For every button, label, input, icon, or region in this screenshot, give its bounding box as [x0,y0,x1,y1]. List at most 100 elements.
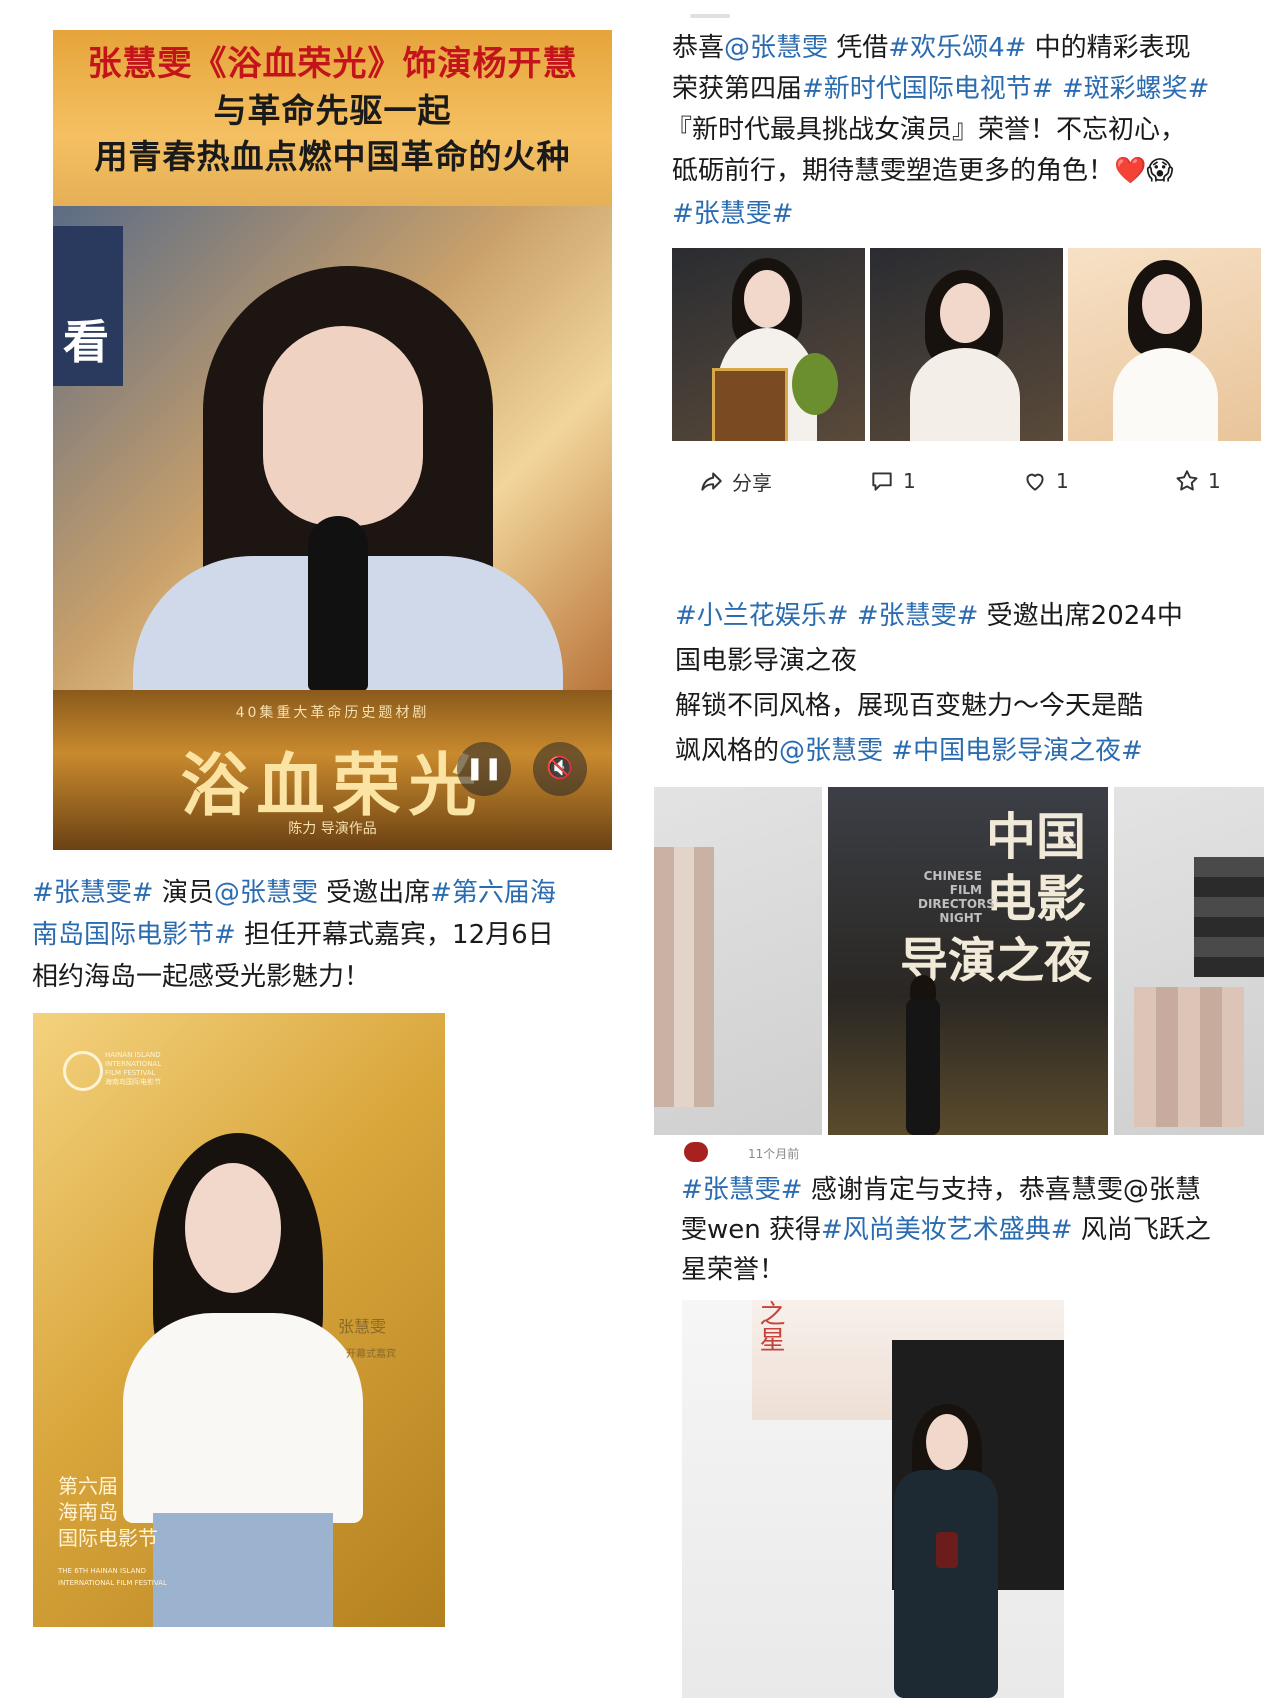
backdrop-text: 之星 [755,1300,785,1352]
post1-photo-3[interactable] [1068,248,1261,441]
photo-person-dress [894,1470,998,1698]
festival-en-line: THE 6TH HAINAN ISLAND [58,1567,146,1575]
post1-photo-1[interactable] [672,248,865,441]
person-face [263,326,423,526]
post2-text: 受邀出席 [317,878,431,908]
video-title-banner: 张慧雯《浴血荣光》饰演杨开慧 与革命先驱一起 用青春热血点燃中国革命的火种 [53,30,612,206]
poster-person-shirt [123,1313,363,1523]
hashtag-link[interactable]: #风尚美妆艺术盛典# [821,1215,1073,1245]
heart-icon [1026,473,1044,491]
post3-photo-right-blurred[interactable] [1114,787,1264,1135]
post4-text: 雯wen 获得 [681,1215,822,1245]
night-en-line: FILM [949,883,982,897]
post4-line3: 星荣誉！ [681,1255,786,1285]
video-title-line3: 用青春热血点燃中国革命的火种 [94,137,571,176]
share-label: 分享 [732,470,772,495]
night-en-line: NIGHT [939,911,982,925]
night-title-en: CHINESE FILM DIRECTORS' NIGHT [918,869,999,925]
hashtag-link[interactable]: #张慧雯# [672,194,794,235]
festival-poster[interactable]: HAINAN ISLAND INTERNATIONAL FILM FESTIVA… [33,1013,445,1627]
pixelated-area [1194,857,1264,977]
post3-line4: 飒风格的@张慧雯 #中国电影导演之夜# [675,731,1143,772]
post1-line3: 『新时代最具挑战女演员』荣誉！不忘初心， [666,115,1187,145]
night-en-line: DIRECTORS' [918,897,999,911]
comment-icon [872,472,892,491]
post4-line1: #张慧雯# 感谢肯定与支持，恭喜慧雯@张慧 [681,1170,1201,1211]
comment-button[interactable]: 1 [869,463,916,499]
photo-person-face [940,283,990,343]
post3-line2: 国电影导演之夜 [675,646,858,676]
post2-line1: #张慧雯# 演员@张慧雯 受邀出席#第六届海 [32,873,556,914]
hashtag-link[interactable]: #张慧雯# [857,601,979,631]
festival-line: 海南岛 [58,1500,118,1524]
photo-person-body [910,348,1020,441]
post1-text: 恭喜 [672,33,725,63]
post4-text: 风尚飞跃之 [1072,1215,1211,1245]
photo-person-body [906,999,940,1135]
post1-text: 砥砺前行，期待慧雯塑造更多的角色！ [672,156,1115,186]
post1-line2: 荣获第四届#新时代国际电视节# #斑彩螺奖# [672,69,1209,110]
post1-photo-2[interactable] [870,248,1063,441]
video-title-line2: 与革命先驱一起 [213,91,452,130]
mute-button[interactable]: 🔇 [533,742,587,796]
night-en-line: CHINESE [923,869,982,883]
hashtag-link[interactable]: #张慧雯# [32,878,154,908]
pause-button[interactable]: ❚❚ [457,742,511,796]
bg-sign-text: 看 [63,315,109,369]
post3-line1: #小兰花娱乐# #张慧雯# 受邀出席2024中 [675,596,1183,637]
star-count: 1 [1208,469,1221,493]
scream-emoji: 😱 [1146,156,1174,186]
post2-text: 担任开幕式嘉宾，12月6日 [235,920,554,950]
pixelated-area [1134,987,1244,1127]
post1-line4: 砥砺前行，期待慧雯塑造更多的角色！❤️😱 [672,151,1174,192]
video-player[interactable]: 张慧雯《浴血荣光》饰演杨开慧 与革命先驱一起 用青春热血点燃中国革命的火种 看 … [53,30,612,850]
post3-text: 飒风格的 [675,736,780,766]
poster-name: 张慧雯 [338,1317,387,1336]
photo-person-body [1113,348,1218,441]
hashtag-link[interactable]: #小兰花娱乐# [675,601,849,631]
post1-text: 荣获第四届 [672,74,803,104]
share-button[interactable]: 分享 [698,463,772,499]
logo-line: HAINAN ISLAND [105,1051,161,1059]
mention-link[interactable]: @张慧雯 [779,736,883,766]
award-trophy [792,353,838,415]
post4-photo[interactable]: 之星 [682,1300,1064,1698]
heart-emoji: ❤️ [1114,156,1147,186]
avatar[interactable] [684,1142,708,1162]
award-plaque [712,368,788,441]
hashtag-link[interactable]: #第六届海 [430,878,556,908]
hashtag-link[interactable]: #欢乐颂4# [888,33,1026,63]
like-count: 1 [1056,469,1069,493]
mention-link[interactable]: @张慧雯 [214,878,318,908]
comment-count: 1 [903,469,916,493]
festival-logo-text: HAINAN ISLAND INTERNATIONAL FILM FESTIVA… [105,1051,161,1087]
hashtag-link[interactable]: #中国电影导演之夜# [883,736,1143,766]
bg-sign: 看 [53,226,123,386]
microphone [308,516,368,691]
photo-person-face [744,270,790,328]
pixelated-area [654,847,714,1107]
mention-link[interactable]: @张慧雯 [724,33,828,63]
festival-line: 第六届 [58,1474,118,1498]
drama-title: 浴血荣光 [180,746,485,826]
post3-text: 受邀出席2024中 [978,601,1183,631]
hashtag-link[interactable]: 南岛国际电影节# [32,920,236,950]
hashtag-link[interactable]: #新时代国际电视节# [802,74,1054,104]
post2-line2: 南岛国际电影节# 担任开幕式嘉宾，12月6日 [32,915,554,956]
post4-line2: 雯wen 获得#风尚美妆艺术盛典# 风尚飞跃之 [681,1210,1211,1251]
hashtag-link[interactable]: #张慧雯# [681,1175,803,1205]
post3-photo-main[interactable]: 中国 电影 导演之夜 CHINESE FILM DIRECTORS' NIGHT [828,787,1108,1135]
like-button[interactable]: 1 [1022,463,1069,499]
post2-line3: 相约海岛一起感受光影魅力！ [32,962,371,992]
festival-logo-icon [63,1051,103,1091]
post1-text: 中的精彩表现 [1026,33,1191,63]
post3-line3: 解锁不同风格，展现百变魅力～今天是酷 [675,691,1144,721]
favorite-button[interactable]: 1 [1174,463,1221,499]
hashtag-link[interactable]: #斑彩螺奖# [1062,74,1210,104]
star-icon [1176,470,1198,491]
pause-icon: ❚❚ [465,756,503,781]
post3-photo-left-blurred[interactable] [654,787,822,1135]
drama-subtitle: 40集重大革命历史题材剧 [235,705,430,721]
poster-role: 开幕式嘉宾 [346,1349,396,1360]
award-trophy [936,1532,958,1568]
